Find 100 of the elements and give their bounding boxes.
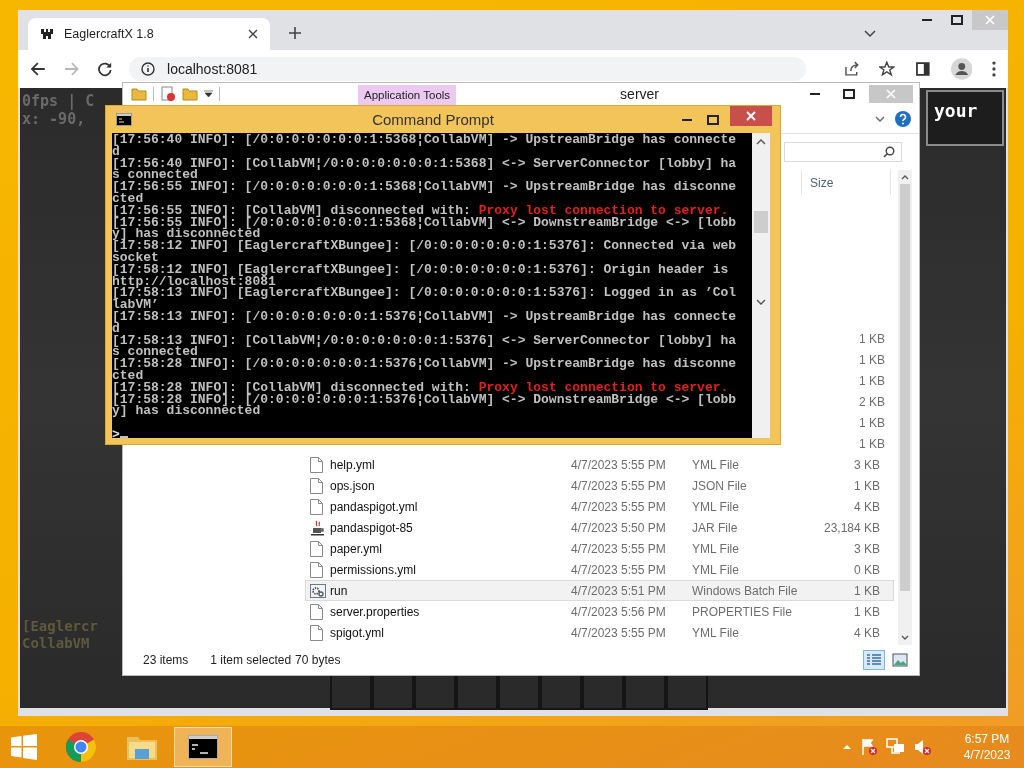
file-row[interactable]: 1 KB xyxy=(788,328,888,349)
console-line: http://localhost:8081 xyxy=(112,275,276,288)
item-count: 23 items xyxy=(143,653,189,667)
file-row[interactable]: 1 KB xyxy=(788,370,888,391)
file-row[interactable]: pandaspigot-85 4/7/2023 5:50 PM JAR File 23,184 KB xyxy=(305,517,894,538)
console-line: s connected xyxy=(112,346,198,359)
file-row[interactable]: server.properties 4/7/2023 5:56 PM PROPERTIES File 1 KB xyxy=(305,601,894,622)
console-line: [17:58:13 INFO]: [CollabVM¦/0:0:0:0:0:0:0:1:5376] <-> ServerConnector [lobby] ha xyxy=(112,334,738,347)
type-cell: PROPERTIES File xyxy=(692,604,792,619)
menu-icon[interactable] xyxy=(992,61,996,77)
size-cell: 23,184 KB xyxy=(824,520,881,535)
chevron-down-icon[interactable] xyxy=(875,116,885,122)
close-icon[interactable] xyxy=(248,29,258,39)
chevron-up-icon[interactable] xyxy=(756,139,766,145)
scrollbar[interactable] xyxy=(752,133,770,438)
size-cell: 1 KB xyxy=(854,604,880,619)
window-title: server xyxy=(620,86,659,102)
console-line: labVM’ xyxy=(112,299,159,311)
date-cell: 4/7/2023 5:50 PM xyxy=(571,520,666,535)
document-icon xyxy=(310,477,323,494)
size-cell: 4 KB xyxy=(854,625,880,640)
scroll-thumb[interactable] xyxy=(900,184,910,591)
date-cell: 4/7/2023 5:55 PM xyxy=(571,625,666,640)
share-icon[interactable] xyxy=(843,61,860,77)
scrollbar[interactable] xyxy=(898,170,912,645)
file-name: run xyxy=(330,583,348,598)
close-icon xyxy=(985,15,995,25)
chevron-down-icon[interactable] xyxy=(901,635,909,641)
star-icon[interactable] xyxy=(879,61,895,77)
maximize-icon xyxy=(843,89,855,99)
minimize-icon xyxy=(810,93,820,95)
document-icon xyxy=(310,603,323,620)
file-row[interactable]: 1 KB xyxy=(788,433,888,454)
file-row[interactable]: run 4/7/2023 5:51 PM Windows Batch File 1 KB xyxy=(305,580,894,601)
size-cell: 3 KB xyxy=(854,457,880,472)
game-button[interactable]: your xyxy=(926,90,1004,146)
address-field[interactable]: localhost:8081 xyxy=(129,57,806,81)
browser-tab[interactable]: EaglercraftX 1.8 xyxy=(28,18,270,50)
side-panel-icon[interactable] xyxy=(914,61,931,77)
date-cell: 4/7/2023 5:55 PM xyxy=(571,541,666,556)
flag-icon[interactable] xyxy=(860,738,878,756)
search-field[interactable] xyxy=(784,142,902,162)
help-icon[interactable] xyxy=(895,111,911,127)
taskbar-button[interactable] xyxy=(174,727,232,767)
file-row[interactable]: 1 KB xyxy=(788,412,888,433)
close-button[interactable] xyxy=(730,106,772,126)
document-icon xyxy=(310,540,323,557)
back-icon[interactable] xyxy=(30,61,46,77)
document-icon xyxy=(310,456,323,473)
window-title: Command Prompt xyxy=(371,111,495,128)
close-icon xyxy=(746,111,756,121)
chevron-down-icon[interactable] xyxy=(864,30,876,38)
console-line: s connected xyxy=(112,169,198,182)
file-row[interactable]: pandaspigot.yml 4/7/2023 5:55 PM YML File 4 KB xyxy=(305,496,894,517)
properties-icon[interactable] xyxy=(160,86,176,102)
file-row[interactable]: help.yml 4/7/2023 5:55 PM YML File 3 KB xyxy=(305,454,894,475)
site-icon xyxy=(40,27,54,41)
column-header[interactable]: Size xyxy=(801,170,891,195)
file-row[interactable]: permissions.yml 4/7/2023 5:55 PM YML File 0 KB xyxy=(305,559,894,580)
console-icon xyxy=(116,113,132,126)
console-line: [17:56:55 INFO]: [CollabVM] disconnected with: Proxy lost connection to server. xyxy=(112,204,729,217)
plus-icon[interactable] xyxy=(288,26,302,40)
document-icon xyxy=(310,561,323,578)
ribbon-tab[interactable]: Application Tools xyxy=(358,85,457,105)
file-row[interactable]: paper.yml 4/7/2023 5:55 PM YML File 3 KB xyxy=(305,538,894,559)
reload-icon[interactable] xyxy=(97,61,113,77)
console-line: [17:56:40 INFO]: [CollabVM¦/0:0:0:0:0:0:0:1:5368] <-> ServerConnector [lobby] ha xyxy=(112,157,738,170)
debug-text: x: -90, xyxy=(22,110,87,128)
details-view-button[interactable] xyxy=(863,650,885,670)
file-name: server.properties xyxy=(330,604,420,619)
start-icon[interactable] xyxy=(11,734,37,760)
large-icons-view-button[interactable] xyxy=(889,650,911,670)
console-line: [17:58:28 INFO]: [/0:0:0:0:0:0:0:1:5376¦CollabVM] -> UpstreamBridge has disconne xyxy=(112,358,738,370)
debug-text: 0fps | C xyxy=(22,92,95,110)
console-line: socket xyxy=(112,251,159,264)
console-line: [17:56:55 INFO]: [/0:0:0:0:0:0:0:1:5368¦CollabVM] -> UpstreamBridge has disconne xyxy=(112,181,738,193)
scroll-thumb[interactable] xyxy=(754,211,768,233)
console-line: y] has disconnected xyxy=(112,228,261,241)
type-cell: YML File xyxy=(692,457,739,472)
caret-up-icon[interactable] xyxy=(842,744,852,750)
file-row[interactable]: spigot.yml 4/7/2023 5:55 PM YML File 4 KB xyxy=(305,622,894,643)
file-row[interactable]: ops.json 4/7/2023 5:55 PM JSON File 1 KB xyxy=(305,475,894,496)
maximize-icon xyxy=(951,15,963,25)
file-row[interactable]: 2 KB xyxy=(788,391,888,412)
caret-icon[interactable] xyxy=(204,90,213,98)
chevron-down-icon[interactable] xyxy=(756,299,766,305)
volume-muted-icon[interactable] xyxy=(914,738,932,756)
file-name: pandaspigot-85 xyxy=(330,520,413,535)
text-cursor xyxy=(119,436,128,439)
chevron-up-icon[interactable] xyxy=(901,174,909,180)
network-icon[interactable] xyxy=(886,738,906,756)
size-cell: 1 KB xyxy=(859,436,885,451)
type-cell: YML File xyxy=(692,541,739,556)
console-line: cted xyxy=(112,369,144,382)
file-row[interactable]: 1 KB xyxy=(788,349,888,370)
file-name: pandaspigot.yml xyxy=(330,499,418,514)
console-line: y] has disconnected xyxy=(112,405,261,418)
image-icon xyxy=(892,653,908,667)
document-icon xyxy=(310,498,323,515)
profile-icon[interactable] xyxy=(950,58,973,80)
